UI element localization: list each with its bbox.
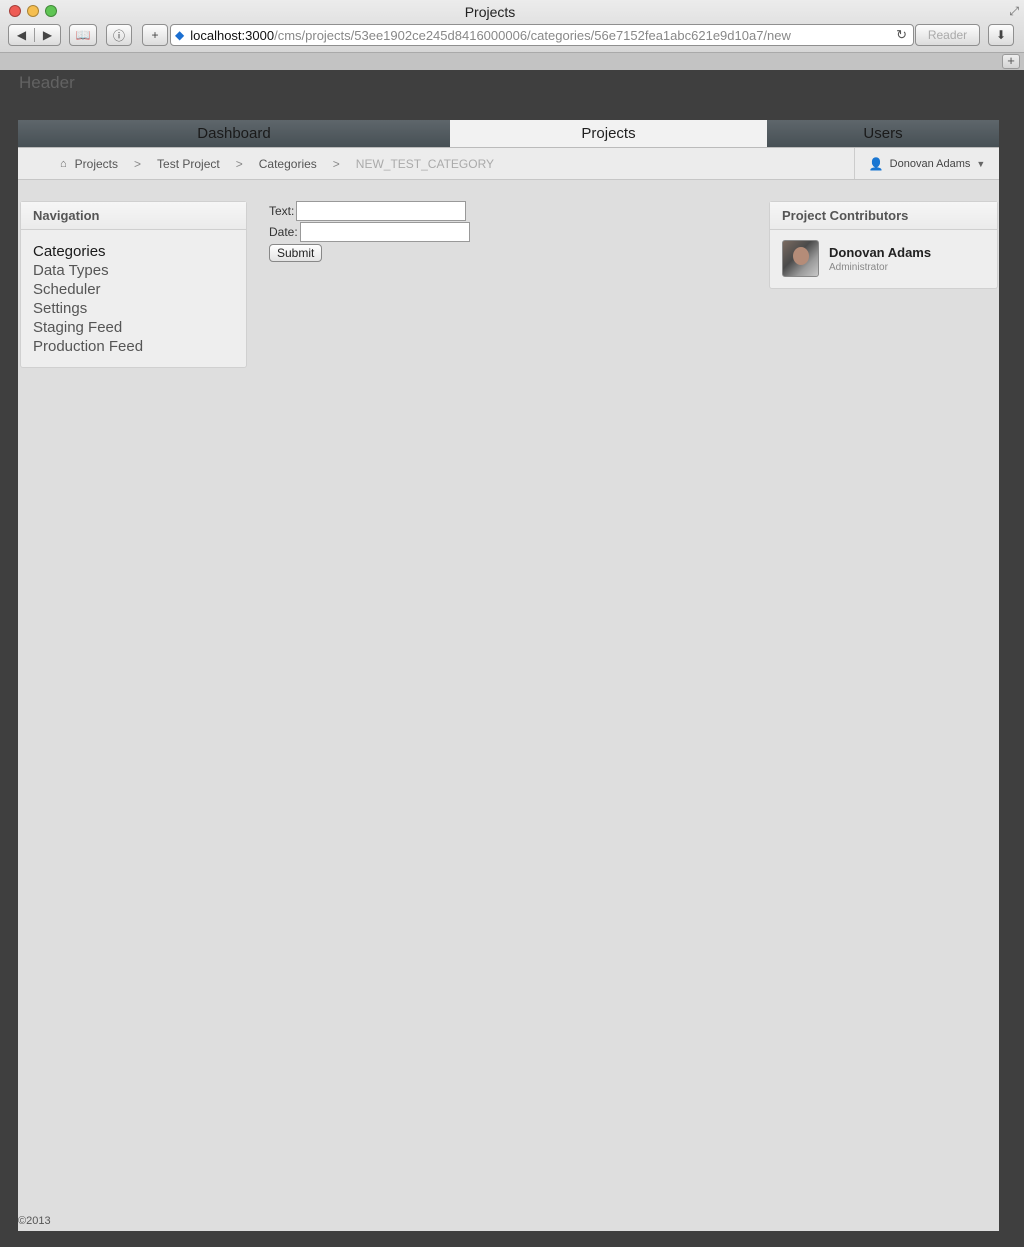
chevron-right-icon: > [134, 156, 142, 171]
url-host: localhost:3000 [190, 27, 275, 43]
navigation-panel: Navigation Categories Data Types Schedul… [20, 201, 247, 368]
contributors-title: Project Contributors [770, 202, 997, 230]
reload-icon[interactable]: ↻ [896, 27, 907, 43]
nav-item-production-feed[interactable]: Production Feed [33, 337, 234, 356]
url-path: /cms/projects/53ee1902ce245d8416000006/c… [274, 27, 791, 43]
forward-button[interactable]: ▶ [35, 28, 60, 42]
tab-users[interactable]: Users [767, 120, 999, 147]
nav-item-data-types[interactable]: Data Types [33, 261, 234, 280]
chevron-right-icon: > [235, 156, 243, 171]
nav-item-settings[interactable]: Settings [33, 299, 234, 318]
fullscreen-icon[interactable]: ⤢ [1009, 4, 1019, 19]
page-header: Header [19, 73, 75, 92]
breadcrumb-test-project[interactable]: Test Project [157, 157, 220, 171]
home-icon: ⌂ [60, 157, 67, 170]
contributors-panel: Project Contributors Donovan Adams Admin… [769, 201, 998, 289]
breadcrumb: ⌂ Projects > Test Project > Categories >… [18, 148, 999, 180]
navigation-title: Navigation [21, 202, 246, 230]
site-icon: ◆ [175, 28, 185, 42]
date-label: Date: [269, 224, 298, 239]
top-sites-button[interactable]: ⓘ [106, 24, 132, 46]
tab-projects[interactable]: Projects [450, 120, 767, 147]
new-tab-button[interactable]: + [1002, 54, 1020, 69]
tab-bar: + [0, 52, 1024, 70]
breadcrumb-projects[interactable]: Projects [75, 157, 118, 171]
avatar [782, 240, 819, 277]
contributor-info: Donovan Adams Administrator [829, 245, 931, 273]
address-bar[interactable]: ◆ localhost:3000/cms/projects/53ee1902ce… [170, 24, 914, 46]
nav-item-scheduler[interactable]: Scheduler [33, 280, 234, 299]
browser-chrome: Projects ⤢ ◀ ▶ 📖 ⓘ + ◆ localhost:3000/cm… [0, 0, 1024, 70]
tab-dashboard[interactable]: Dashboard [18, 120, 450, 147]
download-icon: ⬇ [995, 28, 1007, 42]
info-icon: ⓘ [112, 28, 125, 43]
bookmarks-button[interactable]: 📖 [69, 24, 97, 46]
text-label: Text: [269, 203, 295, 218]
text-row: Text: [269, 200, 470, 221]
nav-item-categories[interactable]: Categories [33, 242, 234, 261]
breadcrumb-categories[interactable]: Categories [259, 157, 317, 171]
text-input[interactable] [296, 200, 467, 221]
window-title: Projects [464, 4, 516, 20]
main-navigation: Dashboard Projects Users [18, 120, 999, 148]
navigation-list: Categories Data Types Scheduler Settings… [21, 230, 246, 356]
contributor-role: Administrator [829, 261, 888, 273]
reader-button[interactable]: Reader [915, 24, 980, 46]
breadcrumb-current: NEW_TEST_CATEGORY [355, 156, 495, 171]
contributor-item[interactable]: Donovan Adams Administrator [770, 230, 997, 287]
submit-button[interactable]: Submit [269, 244, 323, 262]
chevron-down-icon: ▼ [976, 158, 986, 169]
contributor-name: Donovan Adams [829, 244, 932, 260]
app-container: Dashboard Projects Users ⌂ Projects > Te… [18, 120, 999, 1231]
nav-item-staging-feed[interactable]: Staging Feed [33, 318, 234, 337]
plus-icon: + [151, 28, 159, 42]
add-bookmark-button[interactable]: + [142, 24, 168, 46]
downloads-button[interactable]: ⬇ [988, 24, 1014, 46]
date-input[interactable] [299, 221, 470, 242]
user-menu[interactable]: 👤 Donovan Adams ▼ [854, 148, 999, 179]
chevron-right-icon: > [332, 156, 340, 171]
user-icon: 👤 [868, 156, 884, 171]
footer-copyright: ©2013 [18, 1215, 51, 1227]
book-icon: 📖 [75, 28, 91, 42]
back-button[interactable]: ◀ [9, 28, 35, 42]
new-category-form: Text: Date: Submit [269, 200, 470, 262]
user-name: Donovan Adams [889, 157, 971, 170]
date-row: Date: [269, 221, 470, 242]
back-forward-buttons: ◀ ▶ [8, 24, 61, 46]
